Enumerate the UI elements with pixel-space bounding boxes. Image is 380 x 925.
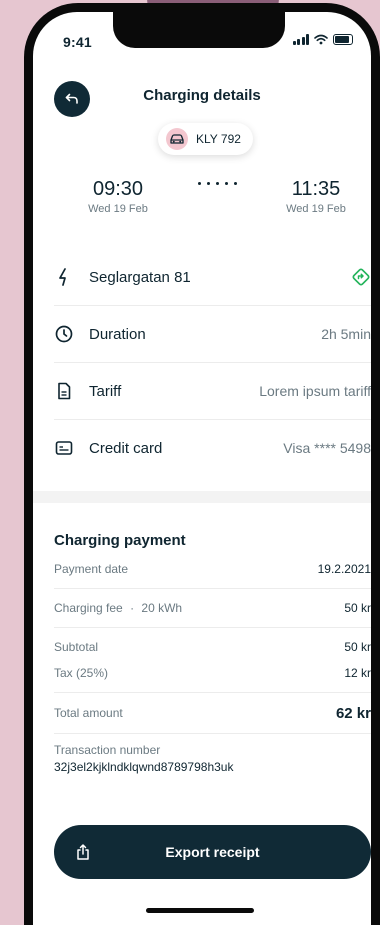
total-row: Total amount 62 kr bbox=[54, 702, 371, 724]
session-end: 11:35 Wed 19 Feb bbox=[279, 178, 353, 215]
total-value: 62 kr bbox=[335, 704, 371, 722]
status-time: 9:41 bbox=[63, 34, 92, 50]
tariff-value: Lorem ipsum tariff bbox=[259, 383, 371, 399]
tax-row: Tax (25%) 12 kr bbox=[54, 663, 371, 683]
subtotal-value: 50 kr bbox=[344, 640, 371, 654]
tariff-label: Tariff bbox=[89, 382, 122, 400]
cellular-signal-icon bbox=[292, 34, 309, 45]
payment-section: Charging payment Payment date 19.2.2021 … bbox=[54, 532, 371, 774]
lightning-icon bbox=[54, 267, 74, 287]
fee-value: 50 kr bbox=[344, 601, 371, 615]
card-value: Visa **** 5498 bbox=[283, 440, 371, 456]
card-label: Credit card bbox=[89, 439, 163, 457]
transaction-label: Transaction number bbox=[54, 743, 161, 757]
charging-fee-row: Charging fee · 20 kWh 50 kr bbox=[54, 601, 371, 615]
duration-label: Duration bbox=[89, 325, 146, 343]
wifi-icon bbox=[314, 34, 328, 45]
phone-frame: 9:41 Charging details KLY 792 09:30 Wed … bbox=[24, 3, 380, 925]
total-label: Total amount bbox=[54, 706, 123, 720]
clock-icon bbox=[54, 324, 74, 344]
fee-energy: 20 kWh bbox=[141, 601, 183, 615]
start-time: 09:30 bbox=[92, 178, 144, 200]
payment-date-row: Payment date 19.2.2021 bbox=[54, 559, 371, 579]
screen: 9:41 Charging details KLY 792 09:30 Wed … bbox=[33, 12, 371, 925]
device-notch bbox=[113, 12, 285, 48]
subtotal-label: Subtotal bbox=[54, 640, 99, 654]
credit-card-icon bbox=[54, 438, 74, 458]
vehicle-plate: KLY 792 bbox=[196, 132, 241, 146]
car-icon bbox=[166, 128, 188, 150]
directions-icon[interactable] bbox=[351, 267, 371, 287]
export-receipt-button[interactable]: Export receipt bbox=[54, 825, 371, 879]
home-indicator bbox=[146, 908, 254, 913]
detail-row-location: Seglargatan 81 bbox=[54, 249, 371, 306]
detail-row-duration: Duration 2h 5min bbox=[54, 306, 371, 363]
tax-label: Tax (25%) bbox=[54, 666, 109, 680]
payment-date-label: Payment date bbox=[54, 562, 129, 576]
end-time: 11:35 bbox=[291, 178, 341, 200]
end-date: Wed 19 Feb bbox=[286, 203, 346, 215]
fee-label: Charging fee bbox=[54, 601, 123, 615]
details-list: Seglargatan 81 Duration 2h 5min Tariff L… bbox=[54, 249, 371, 476]
vehicle-plate-chip: KLY 792 bbox=[158, 123, 253, 155]
battery-icon bbox=[333, 34, 353, 45]
session-start: 09:30 Wed 19 Feb bbox=[81, 178, 155, 215]
detail-row-card: Credit card Visa **** 5498 bbox=[54, 420, 371, 476]
duration-value: 2h 5min bbox=[321, 326, 371, 342]
session-dots bbox=[197, 182, 237, 185]
detail-row-tariff: Tariff Lorem ipsum tariff bbox=[54, 363, 371, 420]
subtotal-row: Subtotal 50 kr bbox=[54, 637, 371, 657]
page-title: Charging details bbox=[143, 87, 261, 104]
share-icon bbox=[74, 843, 94, 861]
export-receipt-label: Export receipt bbox=[165, 844, 260, 860]
payment-date-value: 19.2.2021 bbox=[317, 562, 371, 576]
payment-title: Charging payment bbox=[54, 532, 186, 549]
tax-value: 12 kr bbox=[344, 666, 371, 680]
location-label: Seglargatan 81 bbox=[89, 268, 191, 286]
transaction-number: 32j3el2kjklndklqwnd8789798h3uk bbox=[54, 760, 234, 774]
document-icon bbox=[54, 381, 74, 401]
section-divider bbox=[33, 491, 371, 503]
session-times: 09:30 Wed 19 Feb 11:35 Wed 19 Feb bbox=[81, 178, 353, 215]
start-date: Wed 19 Feb bbox=[88, 203, 148, 215]
status-icons bbox=[292, 34, 353, 45]
